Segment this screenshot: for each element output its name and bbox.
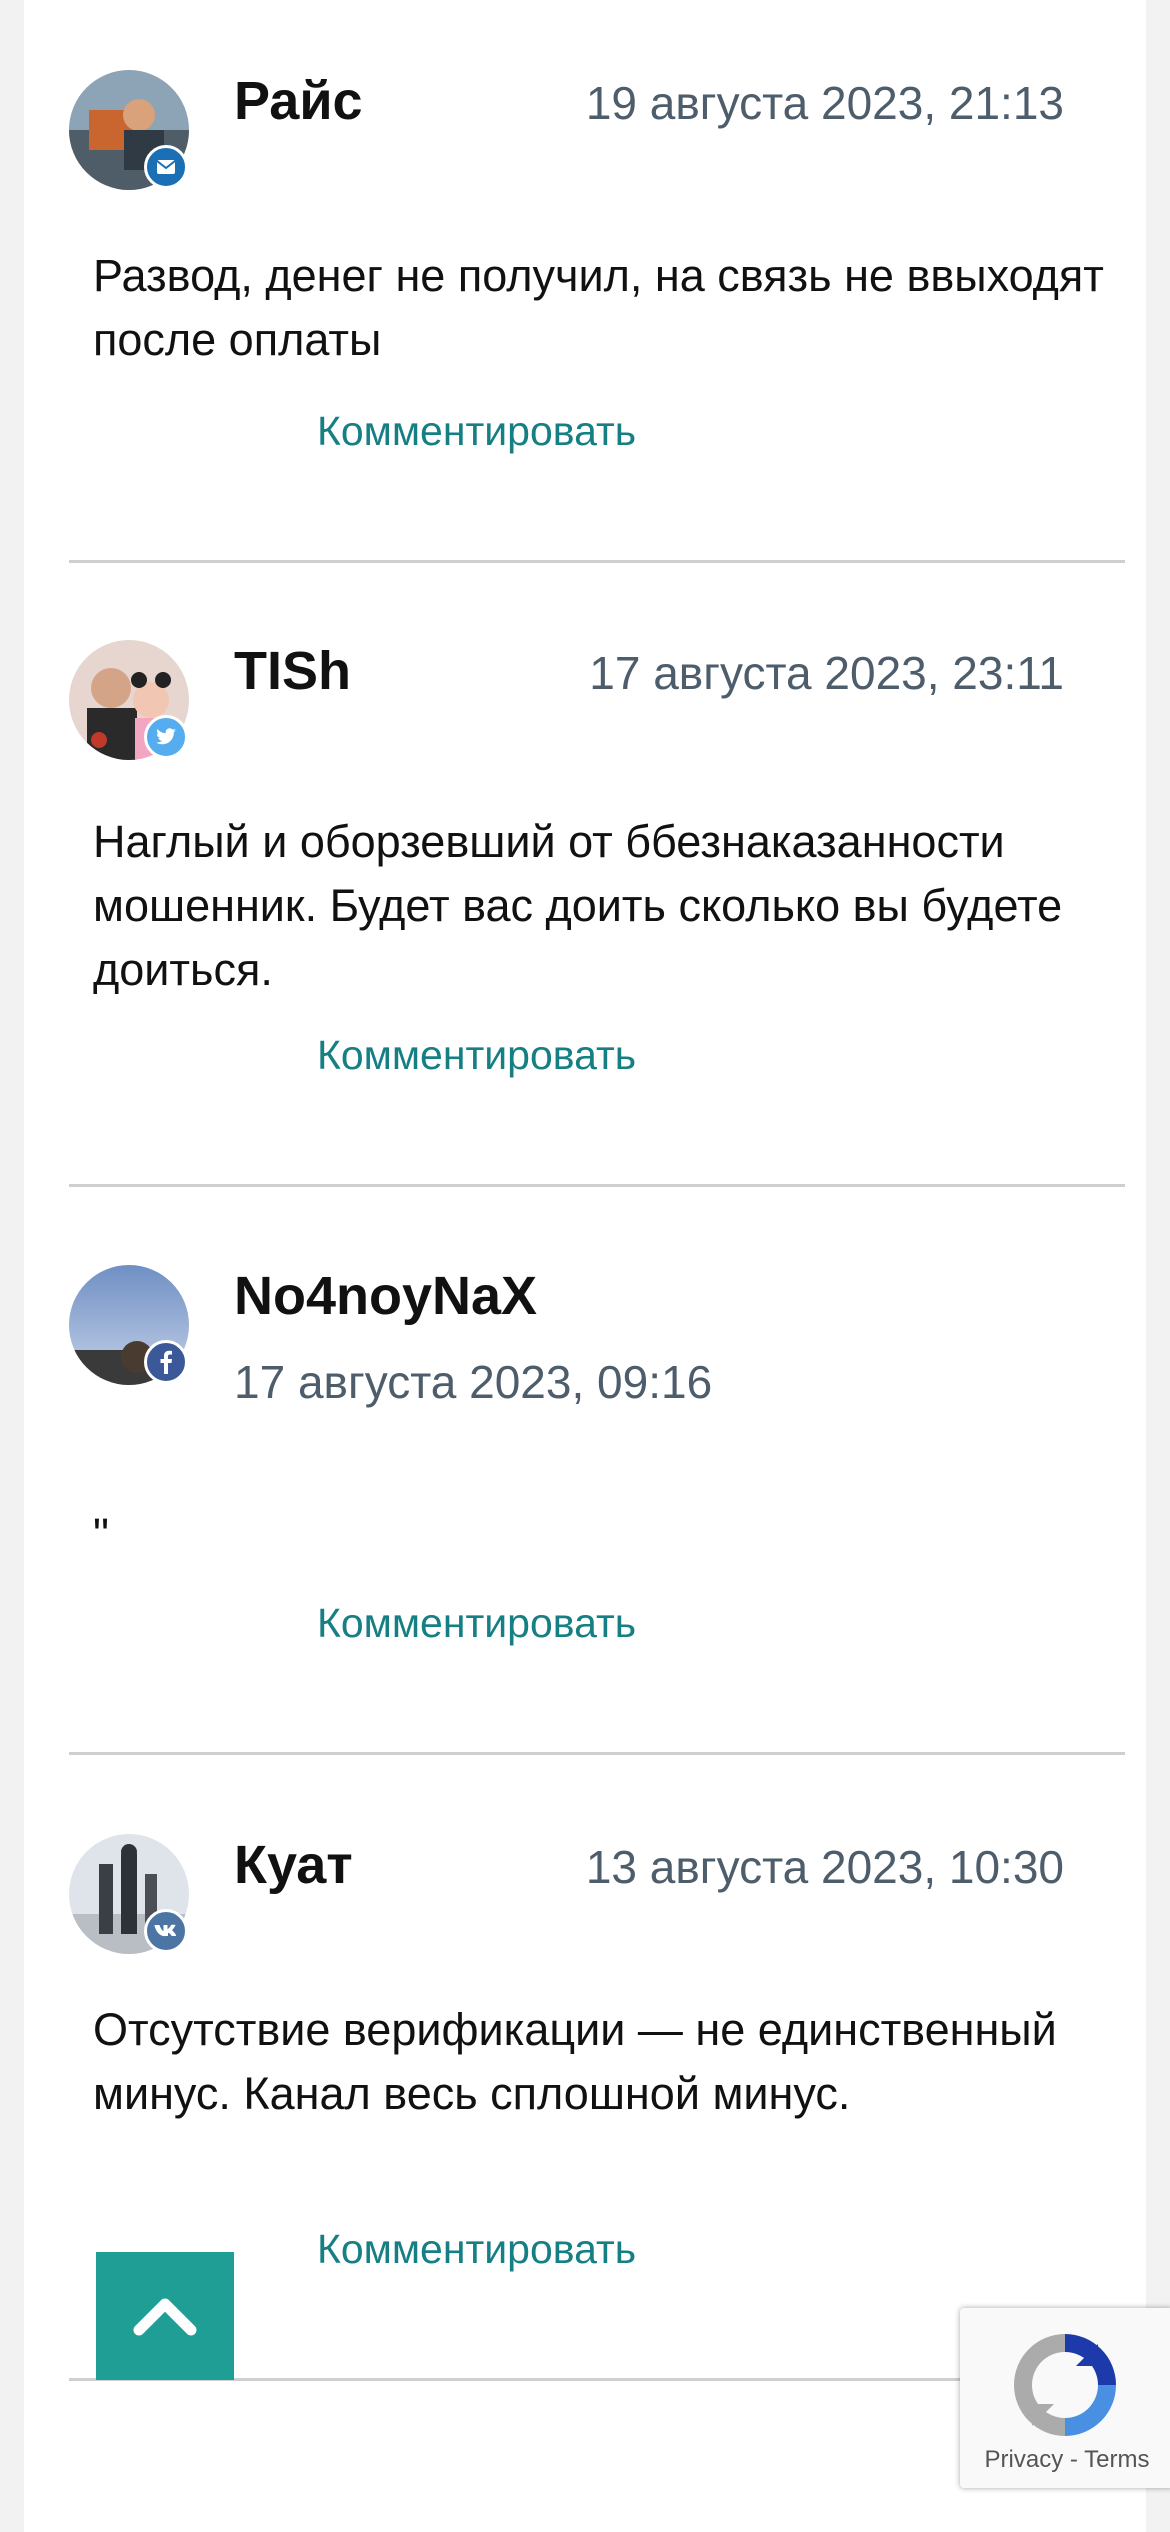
terms-link[interactable]: Terms: [1084, 2446, 1149, 2473]
comment-author: Куат: [234, 1835, 353, 1895]
recaptcha-icon: [1014, 2334, 1116, 2436]
comment-text: Отсутствие верификации — не единственный…: [93, 2004, 1057, 2119]
comment-text: Наглый и оборзевший от ббезнаказанности …: [93, 816, 1063, 995]
avatar[interactable]: [69, 1265, 189, 1385]
network-badge: [144, 145, 188, 189]
network-badge: [144, 715, 188, 759]
comment-date: 13 августа 2023, 10:30: [585, 1841, 1064, 1893]
comment-date: 17 августа 2023, 23:11: [589, 647, 1064, 699]
comment-author: Райс: [234, 71, 363, 131]
links-separator: -: [1069, 2446, 1078, 2473]
chevron-up-icon: [133, 2298, 197, 2336]
avatar[interactable]: [69, 640, 189, 760]
avatar[interactable]: [69, 1834, 189, 1954]
twitter-icon: [156, 728, 176, 745]
recaptcha-links: Privacy - Terms: [960, 2446, 1170, 2474]
network-badge: [144, 1909, 188, 1953]
comment-date: 17 августа 2023, 09:16: [234, 1356, 713, 1408]
mail-icon: [156, 160, 176, 174]
comment-author: TISh: [234, 641, 351, 701]
comment-author: No4noyNaX: [234, 1266, 538, 1326]
divider: [69, 560, 1125, 563]
recaptcha-badge[interactable]: Privacy - Terms: [960, 2308, 1170, 2488]
divider: [69, 1184, 1125, 1187]
comment-reply-link[interactable]: Комментировать: [317, 1600, 636, 1647]
divider: [69, 1752, 1125, 1755]
comment-text: Развод, денег не получил, на связь не вв…: [93, 250, 1104, 365]
network-badge: [144, 1340, 188, 1384]
privacy-link[interactable]: Privacy: [985, 2446, 1064, 2473]
comment-text: ": [93, 1509, 109, 1560]
scroll-to-top-button[interactable]: [96, 2252, 234, 2380]
comment-date: 19 августа 2023, 21:13: [585, 77, 1064, 129]
comments-page: Райс 19 августа 2023, 21:13 Развод, дене…: [24, 0, 1146, 2532]
facebook-icon: [160, 1350, 172, 1374]
comment-reply-link[interactable]: Комментировать: [317, 2226, 636, 2273]
avatar[interactable]: [69, 70, 189, 190]
comment-reply-link[interactable]: Комментировать: [317, 1032, 636, 1079]
vk-icon: [154, 1924, 177, 1937]
comment-reply-link[interactable]: Комментировать: [317, 408, 636, 455]
